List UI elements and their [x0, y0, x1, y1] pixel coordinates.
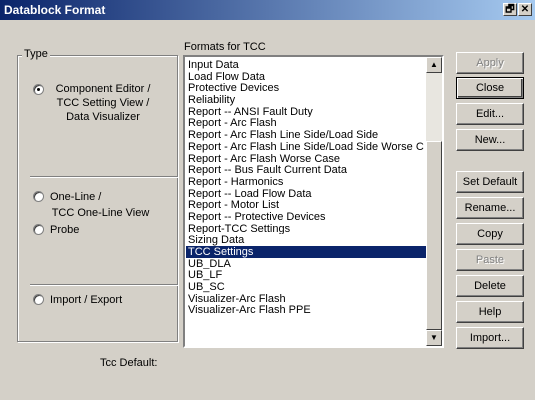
delete-button[interactable]: Delete — [456, 275, 524, 297]
list-item[interactable]: Report - Arc Flash Line Side/Load Side — [186, 129, 427, 141]
list-item[interactable]: Report-TCC Settings — [186, 223, 427, 235]
list-item[interactable]: Visualizer-Arc Flash PPE — [186, 304, 427, 317]
scroll-thumb[interactable] — [426, 141, 442, 330]
list-item[interactable]: Visualizer-Arc Flash — [186, 293, 427, 305]
list-item[interactable]: Report - Harmonics — [186, 176, 427, 188]
radio-one-line-label: One-Line / — [50, 191, 102, 203]
list-item[interactable]: Report -- Bus Fault Current Data — [186, 164, 427, 176]
separator — [30, 176, 178, 178]
list-item[interactable]: Report -- Protective Devices — [186, 211, 427, 223]
restore-icon[interactable]: 🗗 — [503, 3, 517, 16]
radio-one-line[interactable]: One-Line / — [33, 190, 101, 204]
list-item[interactable]: Report - Arc Flash — [186, 117, 427, 130]
help-button[interactable]: Help — [456, 301, 524, 323]
radio-component-editor-label: Component Editor / TCC Setting View / Data… — [55, 83, 151, 123]
list-item[interactable]: TCC Settings — [186, 246, 427, 258]
radio-button[interactable] — [33, 224, 44, 235]
close-icon[interactable]: ✕ — [518, 3, 532, 16]
radio-one-line-sublabel: TCC One-Line View — [51, 207, 150, 219]
list-item[interactable]: Input Data — [186, 59, 427, 71]
set-default-button[interactable]: Set Default — [456, 171, 524, 193]
new-button[interactable]: New... — [456, 129, 524, 151]
separator — [30, 284, 178, 286]
title-bar: Datablock Format 🗗 ✕ — [0, 0, 535, 20]
window-title: Datablock Format — [4, 3, 106, 17]
formats-list: Input Data Load Flow Data Protective Devic… — [186, 59, 427, 316]
scroll-down-icon[interactable]: ▼ — [426, 330, 442, 346]
list-item[interactable]: UB_SC — [186, 281, 427, 293]
list-item[interactable]: Report - Arc Flash Worse Case — [186, 153, 427, 165]
scroll-up-icon[interactable]: ▲ — [426, 57, 442, 73]
radio-probe-label: Probe — [50, 224, 80, 236]
list-item[interactable]: Report - Motor List — [186, 199, 427, 211]
import-button[interactable]: Import... — [456, 327, 524, 349]
radio-import-export[interactable]: Import / Export — [33, 293, 122, 307]
tcc-default-label: Tcc Default: — [100, 357, 158, 369]
list-item[interactable]: Reliability — [186, 94, 427, 106]
list-item[interactable]: UB_LF — [186, 269, 427, 282]
list-item[interactable]: Protective Devices — [186, 82, 427, 95]
list-item[interactable]: Load Flow Data — [186, 71, 427, 83]
list-item[interactable]: Sizing Data — [186, 234, 427, 246]
list-item[interactable]: Report -- Load Flow Data — [186, 188, 427, 200]
list-item[interactable]: Report - Arc Flash Line Side/Load Side W… — [186, 141, 427, 153]
radio-button[interactable] — [33, 191, 44, 202]
radio-button[interactable] — [33, 84, 44, 95]
list-item[interactable]: UB_DLA — [186, 258, 427, 270]
scrollbar[interactable]: ▲ ▼ — [426, 57, 442, 346]
radio-button[interactable] — [33, 294, 44, 305]
radio-import-export-label: Import / Export — [50, 294, 123, 306]
close-button[interactable]: Close — [456, 77, 524, 99]
list-item[interactable]: Report -- ANSI Fault Duty — [186, 106, 427, 118]
apply-button[interactable]: Apply — [456, 52, 524, 74]
copy-button[interactable]: Copy — [456, 223, 524, 245]
paste-button[interactable]: Paste — [456, 249, 524, 271]
type-group-legend: Type — [22, 48, 50, 60]
formats-listbox[interactable]: Input Data Load Flow Data Protective Devic… — [183, 55, 444, 348]
formats-label: Formats for TCC — [184, 41, 266, 53]
edit-button[interactable]: Edit... — [456, 103, 524, 125]
rename-button[interactable]: Rename... — [456, 197, 524, 219]
radio-probe[interactable]: Probe — [33, 223, 79, 237]
